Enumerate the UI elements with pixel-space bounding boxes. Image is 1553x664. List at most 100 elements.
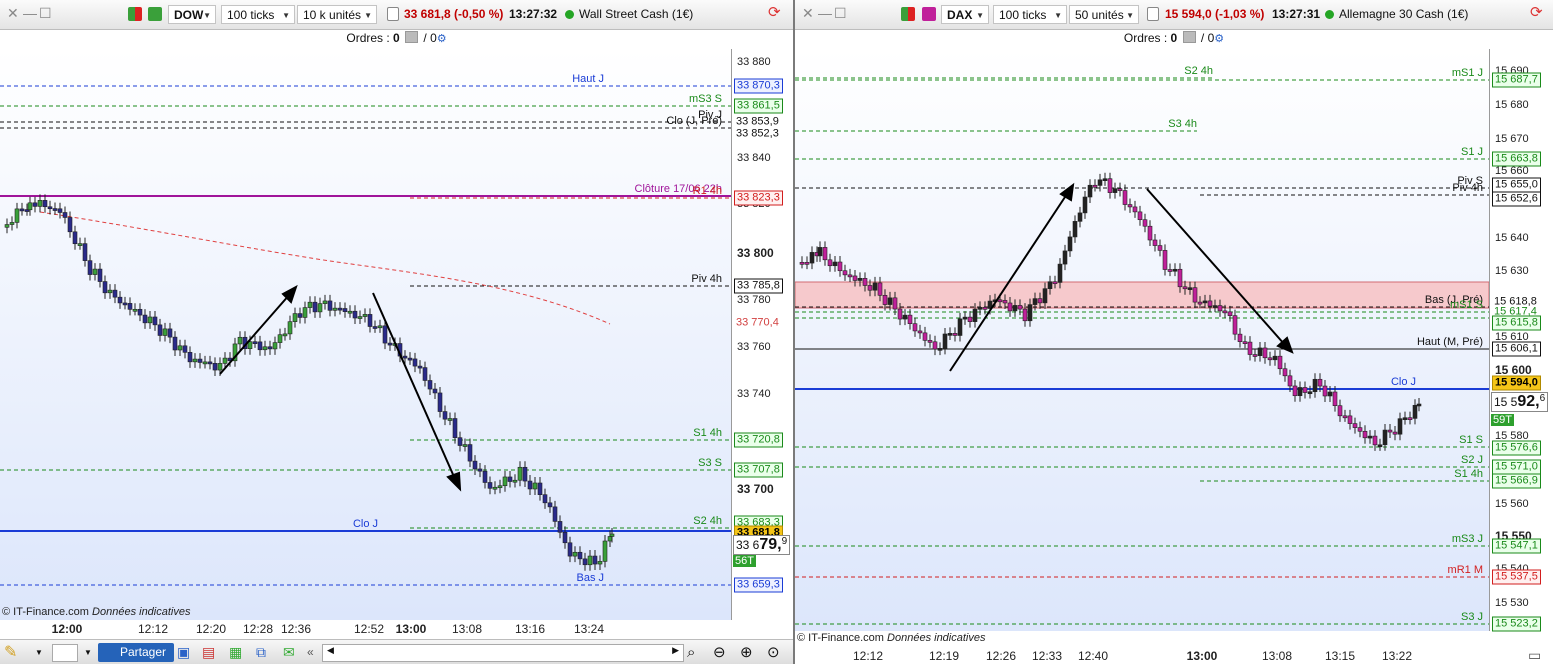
candle	[457, 437, 463, 446]
zoom-in-icon[interactable]: ⊕	[740, 643, 753, 662]
level-tag: 33 861,5	[734, 98, 783, 114]
candle	[1317, 378, 1323, 387]
level-tag: 33 852,3	[736, 127, 779, 140]
candle	[67, 217, 73, 233]
comment-icon[interactable]: ▣	[177, 643, 190, 662]
candle	[32, 202, 38, 207]
minimize-icon[interactable]: —	[818, 4, 832, 23]
chart-type-icon[interactable]	[128, 7, 142, 21]
list-icon[interactable]: ▤	[202, 643, 215, 662]
candle	[842, 270, 848, 276]
minimize-icon[interactable]: —	[23, 4, 37, 23]
expand-icon[interactable]: ▭	[1528, 647, 1541, 664]
instrument-select[interactable]: DOW ▼	[168, 5, 216, 24]
ticks-select[interactable]: 100 ticks ▼	[221, 5, 295, 24]
compare-icon[interactable]: ⧉	[256, 643, 266, 662]
y-label: 15 670	[1495, 133, 1529, 145]
candle	[212, 363, 218, 371]
candle	[1057, 263, 1063, 283]
chevron-down-icon[interactable]: ▼	[84, 643, 92, 662]
gear-icon[interactable]: ⚙	[1214, 33, 1224, 45]
units-select[interactable]: 10 k unités ▼	[297, 5, 377, 24]
orders-icon[interactable]	[405, 31, 419, 43]
dow-plot[interactable]: Haut JmS3 SPiv JClo (J, Pré)Clôture 17/0…	[0, 49, 731, 620]
candle	[1082, 196, 1088, 214]
y-label: 33 840	[737, 152, 771, 164]
tick-count-badge: 56T	[733, 555, 756, 567]
x-label: 12:28	[242, 622, 274, 636]
indicator-icon[interactable]	[148, 7, 162, 21]
candle	[452, 418, 458, 438]
share-button[interactable]: Partager	[98, 643, 175, 662]
level-label: S1 4h	[693, 427, 722, 439]
zoom-reset-icon[interactable]: ⊙	[767, 643, 780, 662]
candle	[1027, 304, 1033, 322]
zoom-out-icon[interactable]: ⊖	[713, 643, 726, 662]
candle	[112, 289, 118, 298]
refresh-icon[interactable]: ⟳	[1530, 3, 1543, 22]
chart-type-icon[interactable]	[901, 7, 915, 21]
candle	[92, 268, 98, 275]
candle	[799, 261, 805, 265]
candle	[312, 301, 318, 313]
dax-plot[interactable]: S2 4h mS1 JS3 4hS1 JPiv SPiv 4hBas (J, Pr…	[795, 49, 1489, 631]
level-tag: 33 823,3	[734, 190, 783, 206]
level-tag: 15 594,0	[1492, 375, 1541, 391]
dow-y-axis: 33 880 33 840 33 820 33 800 33 780 33 76…	[731, 49, 793, 620]
candle	[377, 325, 383, 329]
level-tag: 33 770,4	[734, 316, 781, 330]
candle	[972, 308, 978, 322]
candle	[852, 275, 858, 281]
x-label: 12:00	[51, 622, 83, 636]
candle	[1332, 391, 1338, 406]
x-label: 13:15	[1324, 649, 1356, 663]
scroll-left-icon[interactable]: «	[307, 643, 314, 662]
candle	[832, 261, 838, 267]
candle	[1277, 355, 1283, 370]
draw-tool-icon[interactable]: ✎	[4, 643, 17, 662]
candle	[37, 200, 43, 207]
chevron-down-icon[interactable]: ▼	[35, 643, 43, 662]
indicator-icon[interactable]	[922, 7, 936, 21]
candle	[77, 243, 83, 246]
info-icon[interactable]	[387, 7, 399, 21]
ticks-select[interactable]: 100 ticks ▼	[993, 5, 1067, 24]
zoom-fit-icon[interactable]: ⌕	[687, 643, 695, 662]
maximize-icon[interactable]: ☐	[39, 4, 52, 23]
level-label: Piv 4h	[1452, 182, 1483, 194]
horizontal-scrollbar[interactable]: ◀ ▶	[322, 644, 684, 662]
candle	[922, 332, 928, 341]
close-icon[interactable]: ✕	[802, 4, 814, 23]
grid-icon[interactable]: ▦	[229, 643, 242, 662]
clock: 13:27:32	[509, 7, 558, 21]
candle	[1197, 301, 1203, 305]
level-tag: 15 576,6	[1492, 440, 1541, 456]
alert-icon[interactable]: ✉	[283, 643, 295, 662]
candle	[517, 466, 523, 481]
candle	[4, 224, 10, 228]
candle	[1167, 269, 1173, 272]
gear-icon[interactable]: ⚙	[437, 33, 447, 45]
info-icon[interactable]	[1147, 7, 1159, 21]
candle	[62, 212, 68, 218]
units-select[interactable]: 50 unités ▼	[1069, 5, 1139, 24]
orders-icon[interactable]	[1182, 31, 1196, 43]
maximize-icon[interactable]: ☐	[834, 4, 847, 23]
candle	[14, 208, 20, 223]
y-label: 15 680	[1495, 99, 1529, 111]
instrument-select[interactable]: DAX ▼	[941, 5, 989, 24]
level-label: mR1 M	[1448, 564, 1483, 576]
candle	[982, 307, 988, 310]
candle	[1247, 341, 1253, 355]
candle	[167, 328, 173, 338]
close-icon[interactable]: ✕	[7, 4, 19, 23]
candle	[857, 278, 863, 281]
candle	[1372, 435, 1378, 446]
candle	[187, 352, 193, 363]
chart-style-icon[interactable]	[52, 644, 78, 662]
candle	[427, 380, 433, 390]
candle	[462, 444, 468, 447]
level-label: Clo J	[353, 518, 378, 530]
refresh-icon[interactable]: ⟳	[768, 3, 781, 22]
candle	[947, 333, 953, 336]
